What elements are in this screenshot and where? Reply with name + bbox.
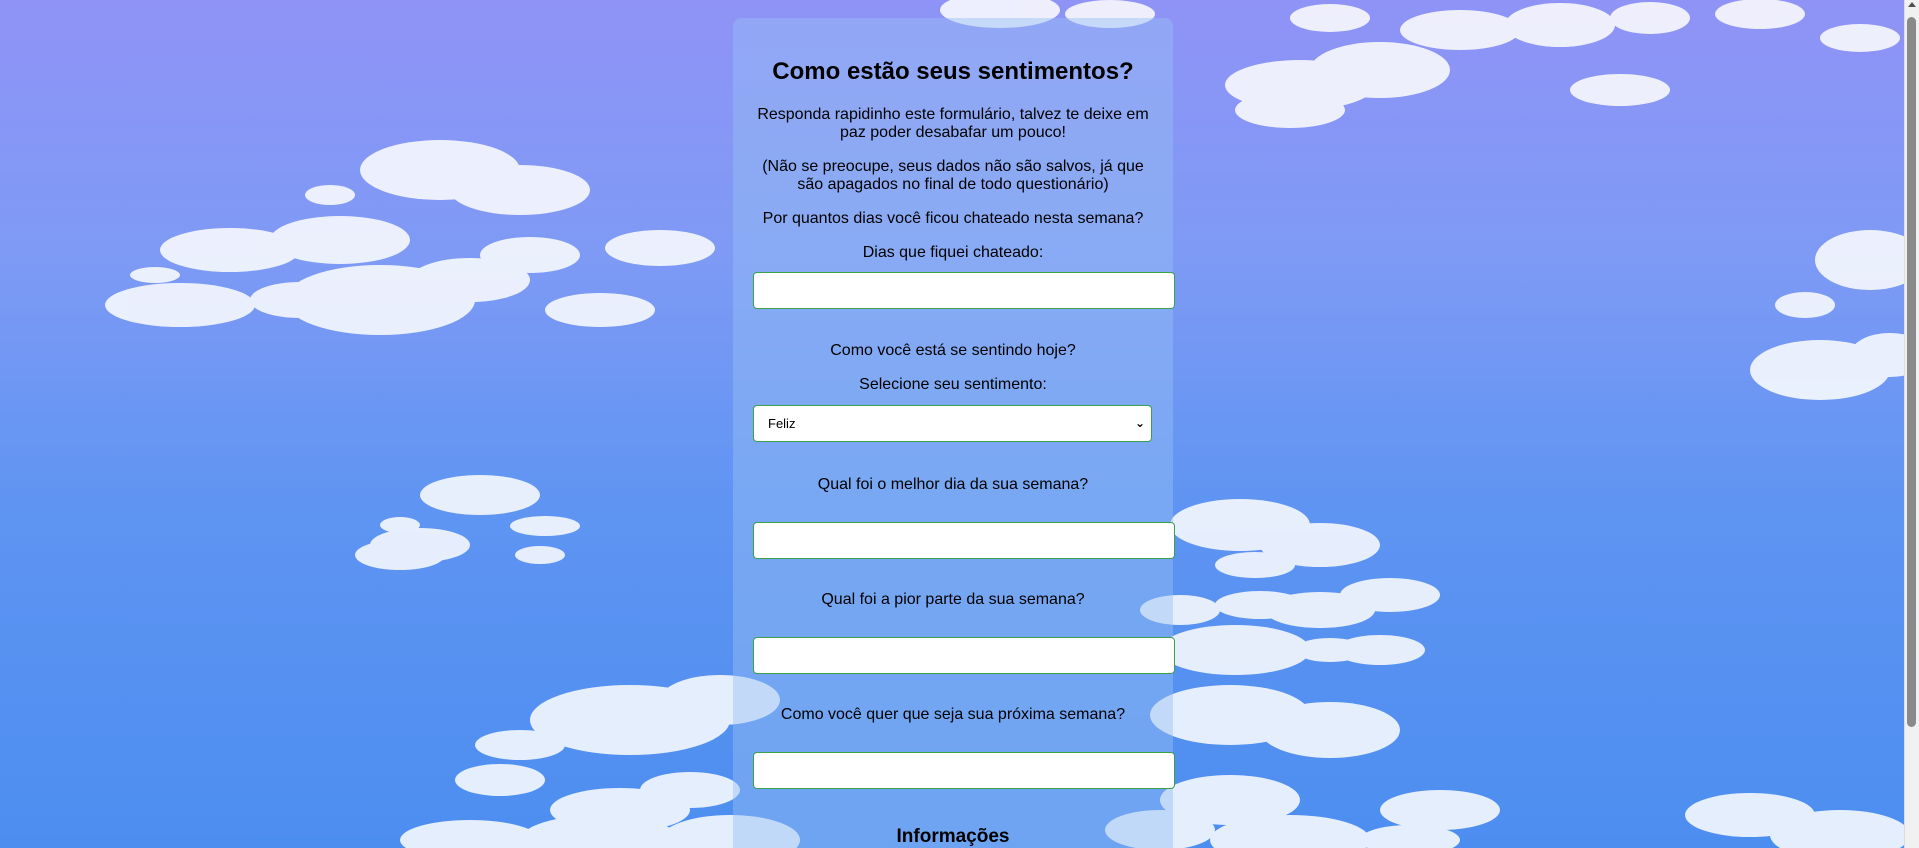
best-day-input[interactable] — [753, 522, 1175, 559]
vertical-scrollbar[interactable] — [1904, 0, 1919, 848]
info-section-heading: Informações — [896, 826, 1010, 847]
feeling-select-value: Feliz — [768, 416, 796, 431]
question-best-day: Qual foi o melhor dia da sua semana? — [817, 476, 1089, 493]
question-next-week: Como você quer que seja sua próxima sema… — [780, 706, 1126, 723]
worst-part-input[interactable] — [753, 637, 1175, 674]
chevron-down-icon: ⌄ — [1134, 416, 1145, 430]
form-intro: Responda rapidinho este formulário, talv… — [757, 106, 1149, 141]
days-upset-input[interactable] — [753, 272, 1175, 309]
feeling-select[interactable]: Feliz ⌄ — [753, 405, 1152, 442]
form-title: Como estão seus sentimentos? — [772, 58, 1134, 85]
feeling-select-label: Selecione seu sentimento: — [859, 376, 1047, 393]
page-viewport: Como estão seus sentimentos? Responda ra… — [0, 0, 1904, 848]
question-days-upset: Por quantos dias você ficou chateado nes… — [762, 210, 1144, 227]
feelings-form: Como estão seus sentimentos? Responda ra… — [733, 18, 1175, 848]
question-worst-part: Qual foi a pior parte da sua semana? — [821, 591, 1085, 608]
question-feeling-today: Como você está se sentindo hoje? — [830, 342, 1076, 359]
scrollbar-thumb[interactable] — [1907, 17, 1916, 727]
privacy-note: (Não se preocupe, seus dados não são sal… — [762, 158, 1144, 193]
scroll-up-arrow-icon[interactable] — [1908, 2, 1916, 7]
days-upset-label: Dias que fiquei chateado: — [862, 244, 1044, 261]
next-week-input[interactable] — [753, 752, 1175, 789]
